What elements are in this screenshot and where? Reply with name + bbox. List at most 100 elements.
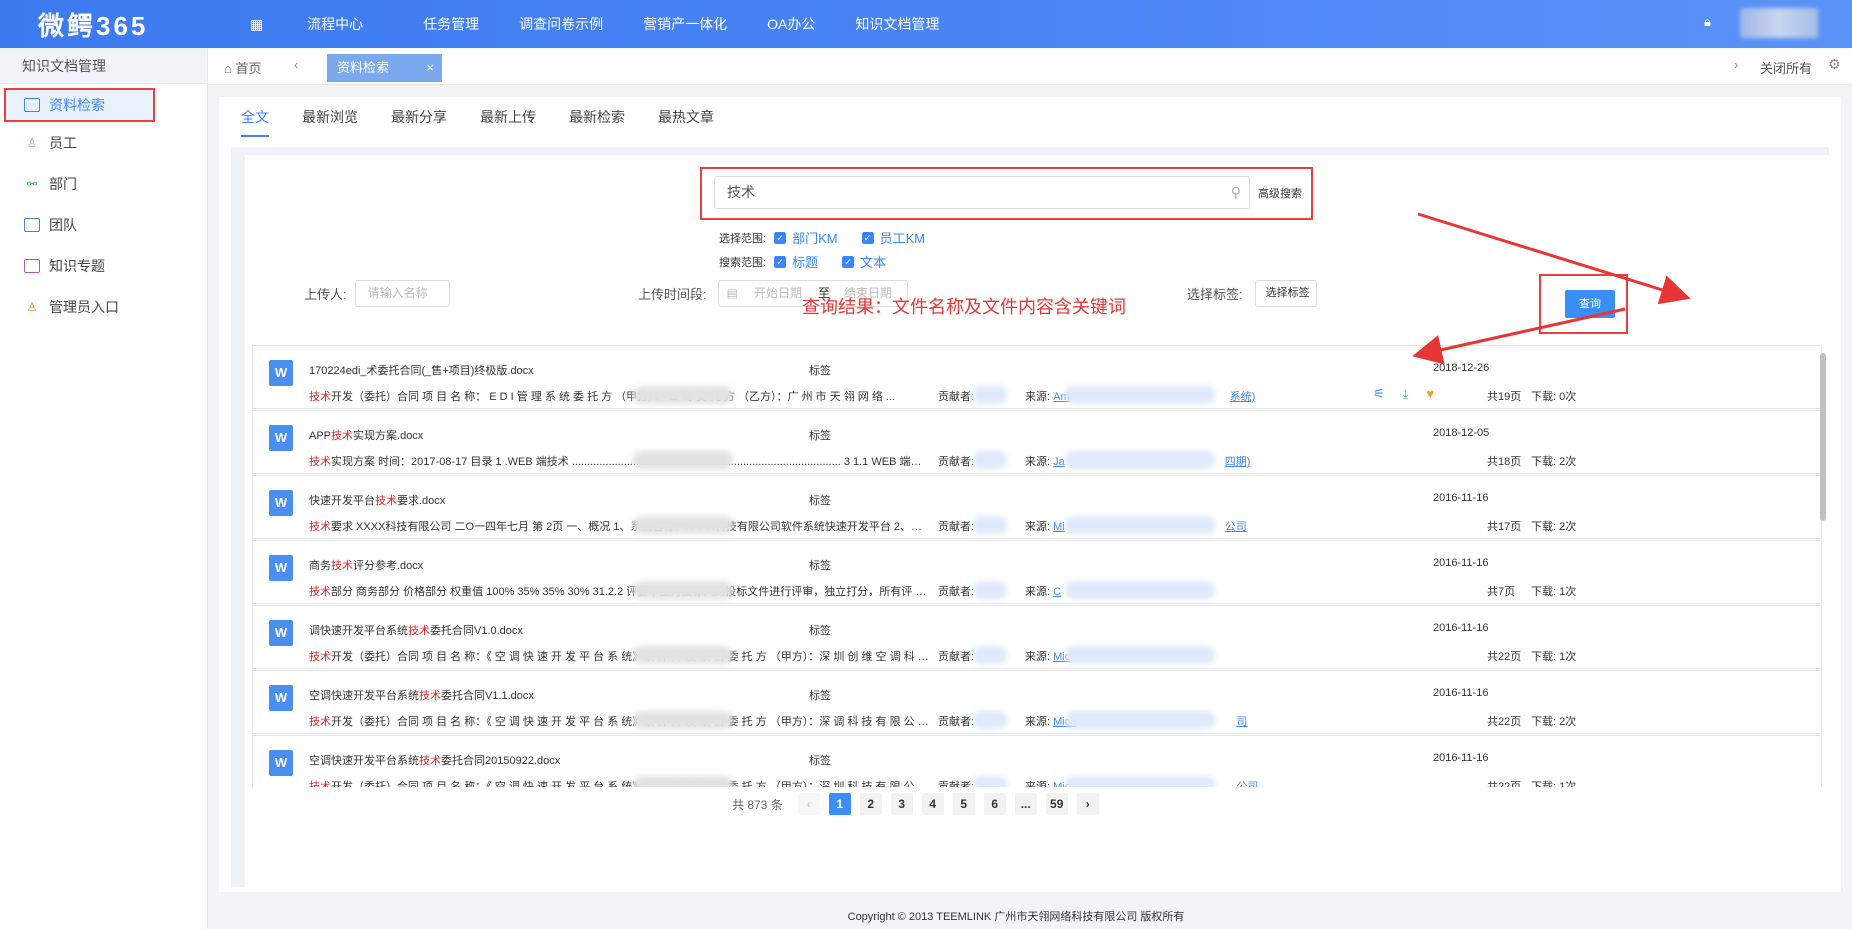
page-3[interactable]: 3 xyxy=(890,793,913,815)
page-2[interactable]: 2 xyxy=(859,793,882,815)
tab-fulltext[interactable]: 全文 xyxy=(241,107,269,137)
tab-search[interactable]: 资料检索 × xyxy=(327,54,442,82)
tag-label: 标签 xyxy=(809,560,831,572)
file-name[interactable]: 170224edi_术委托合同(_售+项目)终极版.docx xyxy=(309,362,534,378)
redacted-contributor xyxy=(973,451,1007,469)
gear-icon[interactable]: ⚙ xyxy=(1828,56,1841,73)
contributor: 贡献者: xyxy=(938,716,975,728)
scrollbar[interactable] xyxy=(1819,345,1827,787)
scope-staff-checkbox[interactable]: ✓ xyxy=(861,231,874,244)
user-avatar[interactable] xyxy=(1740,8,1818,38)
source-link[interactable]: C xyxy=(1053,586,1061,598)
redacted-source xyxy=(1065,516,1215,534)
result-row[interactable]: W 空调快速开发平台系统技术委托合同20150922.docx 标签 2016-11-… xyxy=(252,735,1822,787)
nav-knowledge[interactable]: 知识文档管理 xyxy=(835,14,959,34)
tag-label: 标签 xyxy=(809,365,831,377)
uploader-filter: 上传人: 请输入名称 xyxy=(304,280,450,307)
file-name[interactable]: 空调快速开发平台系统技术委托合同V1.1.docx xyxy=(309,687,534,703)
close-all-button[interactable]: 关闭所有 xyxy=(1760,58,1812,77)
word-doc-icon: W xyxy=(269,750,293,776)
content-snippet: 技术要求 XXXX科技有限公司 二O一四年七月 第 2页 一、概况 1、系统名称… xyxy=(309,521,929,533)
uploader-input[interactable]: 请输入名称 xyxy=(354,280,450,307)
page-59[interactable]: 59 xyxy=(1045,793,1068,815)
lock-icon[interactable]: 🔒︎ xyxy=(1704,14,1711,30)
advanced-search-link[interactable]: 高级搜索 xyxy=(1258,185,1302,201)
search-doc-icon xyxy=(24,98,40,112)
file-name[interactable]: 空调快速开发平台系统技术委托合同20150922.docx xyxy=(309,752,560,768)
tabs-scroll-right-icon[interactable]: › xyxy=(1734,57,1738,72)
tab-recent-search[interactable]: 最新检索 xyxy=(569,107,625,137)
tag-label: 标签 xyxy=(809,430,831,442)
select-tag-button[interactable]: 选择标签 xyxy=(1254,280,1317,307)
result-row[interactable]: W 空调快速开发平台系统技术委托合同V1.1.docx 标签 2016-11-16 技术… xyxy=(252,670,1822,734)
file-name[interactable]: 快速开发平台技术要求.docx xyxy=(309,492,445,508)
result-row[interactable]: W 快速开发平台技术要求.docx 标签 2016-11-16 技术要求 XXXX科技有… xyxy=(252,475,1822,539)
sidebar: 知识文档管理 资料检索 ♙ 员工 ⚯ 部门 团队 知识专题 ♙ 管理员入口 xyxy=(0,48,208,929)
nav-survey[interactable]: 调查问卷示例 xyxy=(499,14,623,34)
nav-oa[interactable]: OA办公 xyxy=(747,14,835,34)
file-name[interactable]: APP技术实现方案.docx xyxy=(309,427,423,443)
source-link[interactable]: Mi xyxy=(1053,521,1065,533)
redacted-source xyxy=(1065,776,1215,787)
page-count: 共22页 xyxy=(1487,781,1522,787)
nav-marketing[interactable]: 营销产一体化 xyxy=(623,14,747,34)
sidebar-item-team[interactable]: 团队 xyxy=(0,204,207,245)
nav-workflow[interactable]: ▦ 流程中心 xyxy=(210,14,403,34)
download-count: 下载: 2次 xyxy=(1531,716,1577,728)
home-icon: ⌂ xyxy=(224,61,236,76)
query-button[interactable]: 查询 xyxy=(1565,290,1615,318)
tabs-scroll-left-icon[interactable]: ‹ xyxy=(294,57,298,72)
page-ellipsis[interactable]: ... xyxy=(1014,793,1037,815)
search-title-checkbox[interactable]: ✓ xyxy=(774,255,787,268)
share-icon[interactable]: ⚟ xyxy=(1373,386,1385,402)
redacted-area xyxy=(633,646,733,664)
page-count: 共17页 xyxy=(1487,521,1522,533)
source-link-tail: 四期) xyxy=(1224,456,1251,468)
tab-recent-upload[interactable]: 最新上传 xyxy=(480,107,536,137)
page-1[interactable]: 1 xyxy=(828,793,851,815)
page-count: 共7页 xyxy=(1487,586,1516,598)
close-icon[interactable]: × xyxy=(426,54,434,82)
upload-date: 2016-11-16 xyxy=(1433,687,1489,699)
sidebar-item-search[interactable]: 资料检索 xyxy=(4,88,155,122)
source-link[interactable]: Ja xyxy=(1053,456,1065,468)
page-5[interactable]: 5 xyxy=(952,793,975,815)
tab-hot-articles[interactable]: 最热文章 xyxy=(658,107,714,137)
tab-recent-share[interactable]: 最新分享 xyxy=(391,107,447,137)
top-bar: 微鳄365 ▦ 流程中心 任务管理 调查问卷示例 营销产一体化 OA办公 知识文… xyxy=(0,0,1852,48)
results-list: W 170224edi_术委托合同(_售+项目)终极版.docx 标签 2018-12… xyxy=(252,345,1822,787)
upload-date: 2018-12-05 xyxy=(1433,427,1490,439)
result-row[interactable]: W 170224edi_术委托合同(_售+项目)终极版.docx 标签 2018-12… xyxy=(252,345,1822,409)
download-icon[interactable]: ⤓ xyxy=(1403,386,1409,402)
search-input[interactable]: 技术 ⚲ xyxy=(714,176,1250,209)
search-icon[interactable]: ⚲ xyxy=(1231,177,1241,208)
prev-page-button[interactable]: ‹ xyxy=(797,793,820,815)
favorite-icon[interactable]: ♥ xyxy=(1426,386,1434,402)
scope-dept-checkbox[interactable]: ✓ xyxy=(774,231,787,244)
scrollbar-thumb[interactable] xyxy=(1820,353,1826,521)
redacted-source xyxy=(1065,646,1215,664)
result-row[interactable]: W 商务技术评分参考.docx 标签 2016-11-16 技术部分 商务部分 价格部分… xyxy=(252,540,1822,604)
file-name[interactable]: 调快速开发平台系统技术委托合同V1.0.docx xyxy=(309,622,523,638)
file-name[interactable]: 商务技术评分参考.docx xyxy=(309,557,423,573)
tab-recent-view[interactable]: 最新浏览 xyxy=(302,107,358,137)
home-tab[interactable]: ⌂ 首页 xyxy=(224,58,261,77)
result-row[interactable]: W APP技术实现方案.docx 标签 2018-12-05 技术实现方案 时间：201… xyxy=(252,410,1822,474)
sidebar-item-admin[interactable]: ♙ 管理员入口 xyxy=(0,286,207,327)
sidebar-item-staff[interactable]: ♙ 员工 xyxy=(0,122,207,163)
contributor: 贡献者: xyxy=(938,781,975,787)
redacted-contributor xyxy=(973,581,1007,599)
sidebar-item-dept[interactable]: ⚯ 部门 xyxy=(0,163,207,204)
redacted-contributor xyxy=(973,646,1007,664)
upload-date: 2016-11-16 xyxy=(1433,622,1489,634)
download-count: 下载: 1次 xyxy=(1531,781,1577,787)
nav-tasks[interactable]: 任务管理 xyxy=(403,14,499,34)
brand-logo[interactable]: 微鳄365 xyxy=(0,6,210,43)
page-4[interactable]: 4 xyxy=(921,793,944,815)
next-page-button[interactable]: › xyxy=(1076,793,1099,815)
search-text-checkbox[interactable]: ✓ xyxy=(842,255,855,268)
sidebar-item-topic[interactable]: 知识专题 xyxy=(0,245,207,286)
result-row[interactable]: W 调快速开发平台系统技术委托合同V1.0.docx 标签 2016-11-16 技术开… xyxy=(252,605,1822,669)
download-count: 下载: 2次 xyxy=(1531,521,1577,533)
page-6[interactable]: 6 xyxy=(983,793,1006,815)
